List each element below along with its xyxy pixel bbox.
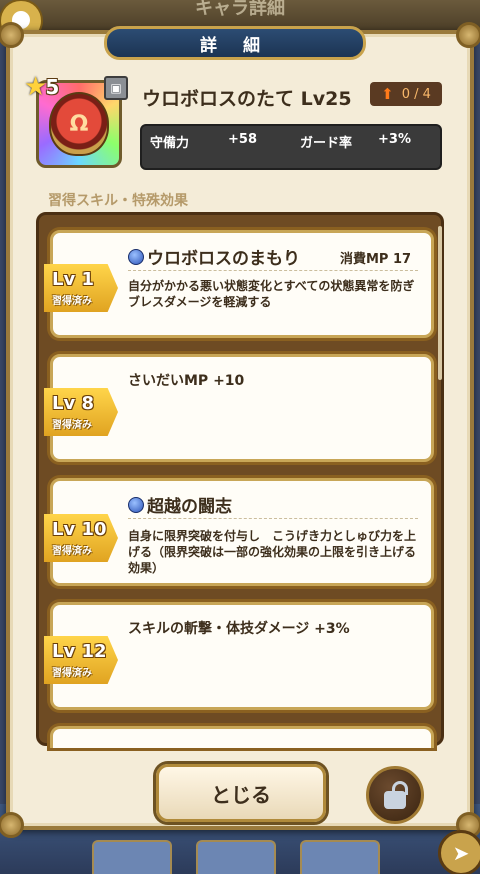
- level-label: Lv 1: [52, 268, 94, 290]
- scrollbar[interactable]: [438, 226, 442, 380]
- background-slot: [92, 840, 172, 874]
- unlock-icon: [384, 781, 408, 809]
- background-slot: [300, 840, 380, 874]
- rarity-value: 5: [45, 75, 60, 99]
- section-label: 習得スキル・特殊効果: [48, 193, 188, 209]
- skill-description: 自身に限界突破を付与し こうげき力としゅび力を上げる（限界突破は一部の強化効果の…: [128, 529, 417, 575]
- close-button[interactable]: とじる: [156, 764, 326, 822]
- equipment-type-icon: ▣: [104, 76, 128, 100]
- level-tag: Lv 1 習得済み: [44, 264, 118, 312]
- skill-effect: スキルの斬撃・体技ダメージ +3%: [128, 621, 350, 637]
- lock-button[interactable]: [366, 766, 424, 824]
- rarity-badge: ★ 5: [24, 72, 60, 102]
- level-label: Lv 12: [52, 640, 107, 662]
- level-label: Lv 8: [52, 392, 94, 414]
- stat-value: +3%: [378, 132, 411, 147]
- skill-description: 自分がかかる悪い状態変化とすべての状態異常を防ぎ ブレスダメージを軽減する: [128, 279, 427, 309]
- level-label: Lv 10: [52, 518, 107, 540]
- skill-title: 超越の闘志: [128, 492, 232, 517]
- skill-card-partial: [50, 726, 434, 748]
- background-title: キャラ詳細: [195, 0, 285, 19]
- stat-label: ガード率: [300, 136, 353, 151]
- learned-label: 習得済み: [52, 545, 92, 557]
- stats-bar: 守備力 +58 ガード率 +3%: [140, 124, 442, 170]
- dialog-title: 詳 細: [104, 26, 366, 60]
- mp-cost: 消費MP 17: [340, 252, 412, 267]
- item-name: ウロボロスのたて Lv25: [142, 88, 352, 110]
- skill-name: ウロボロスのまもり: [147, 249, 300, 269]
- background-slot: [196, 840, 276, 874]
- divider: [128, 270, 418, 271]
- upgrade-arrow-icon: ⬆: [381, 85, 394, 103]
- skill-orb-icon: [128, 496, 144, 513]
- upgrade-badge: ⬆ 0 / 4: [370, 82, 442, 106]
- skill-name: 超越の闘志: [147, 497, 232, 517]
- stat-label: 守備力: [150, 136, 190, 151]
- level-tag: Lv 10 習得済み: [44, 514, 118, 562]
- level-tag: Lv 8 習得済み: [44, 388, 118, 436]
- skill-title: ウロボロスのまもり: [128, 244, 300, 269]
- learned-label: 習得済み: [52, 295, 92, 307]
- upgrade-count: 0 / 4: [401, 86, 431, 102]
- shield-icon: Ω: [49, 92, 109, 156]
- dialog-corner-ornament: [0, 22, 24, 48]
- learned-label: 習得済み: [52, 667, 92, 679]
- compass-icon[interactable]: ➤: [438, 830, 480, 874]
- star-icon: ★: [24, 72, 48, 102]
- skill-effect: さいだいMP +10: [128, 373, 245, 389]
- skill-orb-icon: [128, 248, 144, 265]
- stat-value: +58: [228, 132, 257, 147]
- level-tag: Lv 12 習得済み: [44, 636, 118, 684]
- divider: [128, 518, 418, 519]
- learned-label: 習得済み: [52, 419, 92, 431]
- dialog-corner-ornament: [456, 22, 480, 48]
